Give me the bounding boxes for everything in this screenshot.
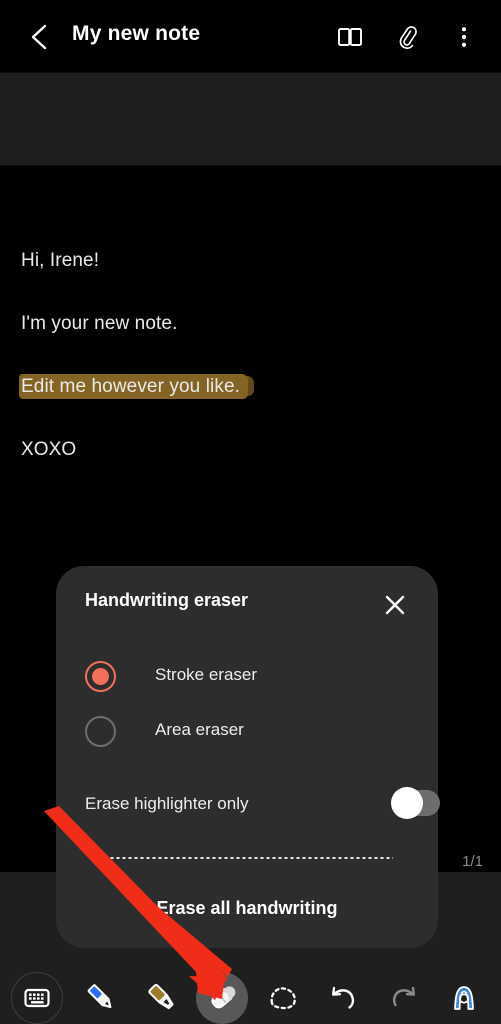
- option-area-eraser[interactable]: Area eraser: [85, 710, 415, 756]
- keyboard-icon: [24, 988, 50, 1008]
- eraser-icon: [211, 986, 236, 1009]
- option-stroke-eraser[interactable]: Stroke eraser: [85, 655, 415, 701]
- text-convert-tool[interactable]: [438, 972, 490, 1024]
- toggle-knob: [391, 787, 423, 819]
- lasso-select-tool[interactable]: [257, 972, 309, 1024]
- page-indicator: 1/1: [462, 853, 483, 870]
- option-label: Stroke eraser: [155, 665, 258, 684]
- note-text-line: XOXO: [21, 439, 77, 460]
- handwriting-eraser-dialog: Handwriting eraser Stroke eraser Area er…: [56, 566, 440, 948]
- page-title: My new note: [72, 22, 201, 45]
- note-text-line: I'm your new note.: [21, 313, 178, 334]
- keyboard-tool[interactable]: [11, 972, 63, 1024]
- app-header: My new note: [0, 0, 501, 72]
- text-convert-icon: [454, 986, 474, 1010]
- undo-icon: [332, 986, 355, 1009]
- radio-button-unselected[interactable]: [85, 716, 116, 747]
- redo-button[interactable]: [378, 972, 430, 1024]
- pen-icon: [87, 984, 112, 1008]
- lasso-select-icon: [270, 987, 296, 1010]
- option-label: Area eraser: [155, 720, 244, 739]
- highlighter-icon: [148, 983, 174, 1010]
- toggle-label: Erase highlighter only: [85, 794, 249, 813]
- erase-all-handwriting-button[interactable]: Erase all handwriting: [56, 898, 438, 919]
- dialog-title: Handwriting eraser: [85, 590, 249, 610]
- note-text-line: Edit me however you like.: [21, 376, 240, 397]
- drawing-toolbar: [0, 972, 501, 1024]
- reading-mode-icon[interactable]: [335, 22, 365, 52]
- eraser-tool[interactable]: [196, 972, 248, 1024]
- highlighter-tool[interactable]: [136, 972, 188, 1024]
- back-chevron-icon[interactable]: [24, 22, 56, 52]
- dotted-divider: [103, 857, 393, 859]
- pen-tool[interactable]: [75, 972, 127, 1024]
- radio-button-selected[interactable]: [85, 661, 116, 692]
- note-editor-screen: My new note Hi, Irene! I'm your new note…: [0, 0, 501, 1024]
- close-icon[interactable]: [378, 588, 412, 622]
- erase-highlighter-only-row[interactable]: Erase highlighter only: [85, 786, 440, 822]
- undo-button[interactable]: [317, 972, 369, 1024]
- formatting-toolbar[interactable]: [0, 72, 501, 166]
- erase-highlighter-only-toggle[interactable]: [391, 787, 440, 819]
- more-options-icon[interactable]: [449, 22, 479, 52]
- attachment-icon[interactable]: [392, 22, 422, 52]
- redo-icon: [392, 986, 415, 1007]
- note-text-line: Hi, Irene!: [21, 250, 100, 271]
